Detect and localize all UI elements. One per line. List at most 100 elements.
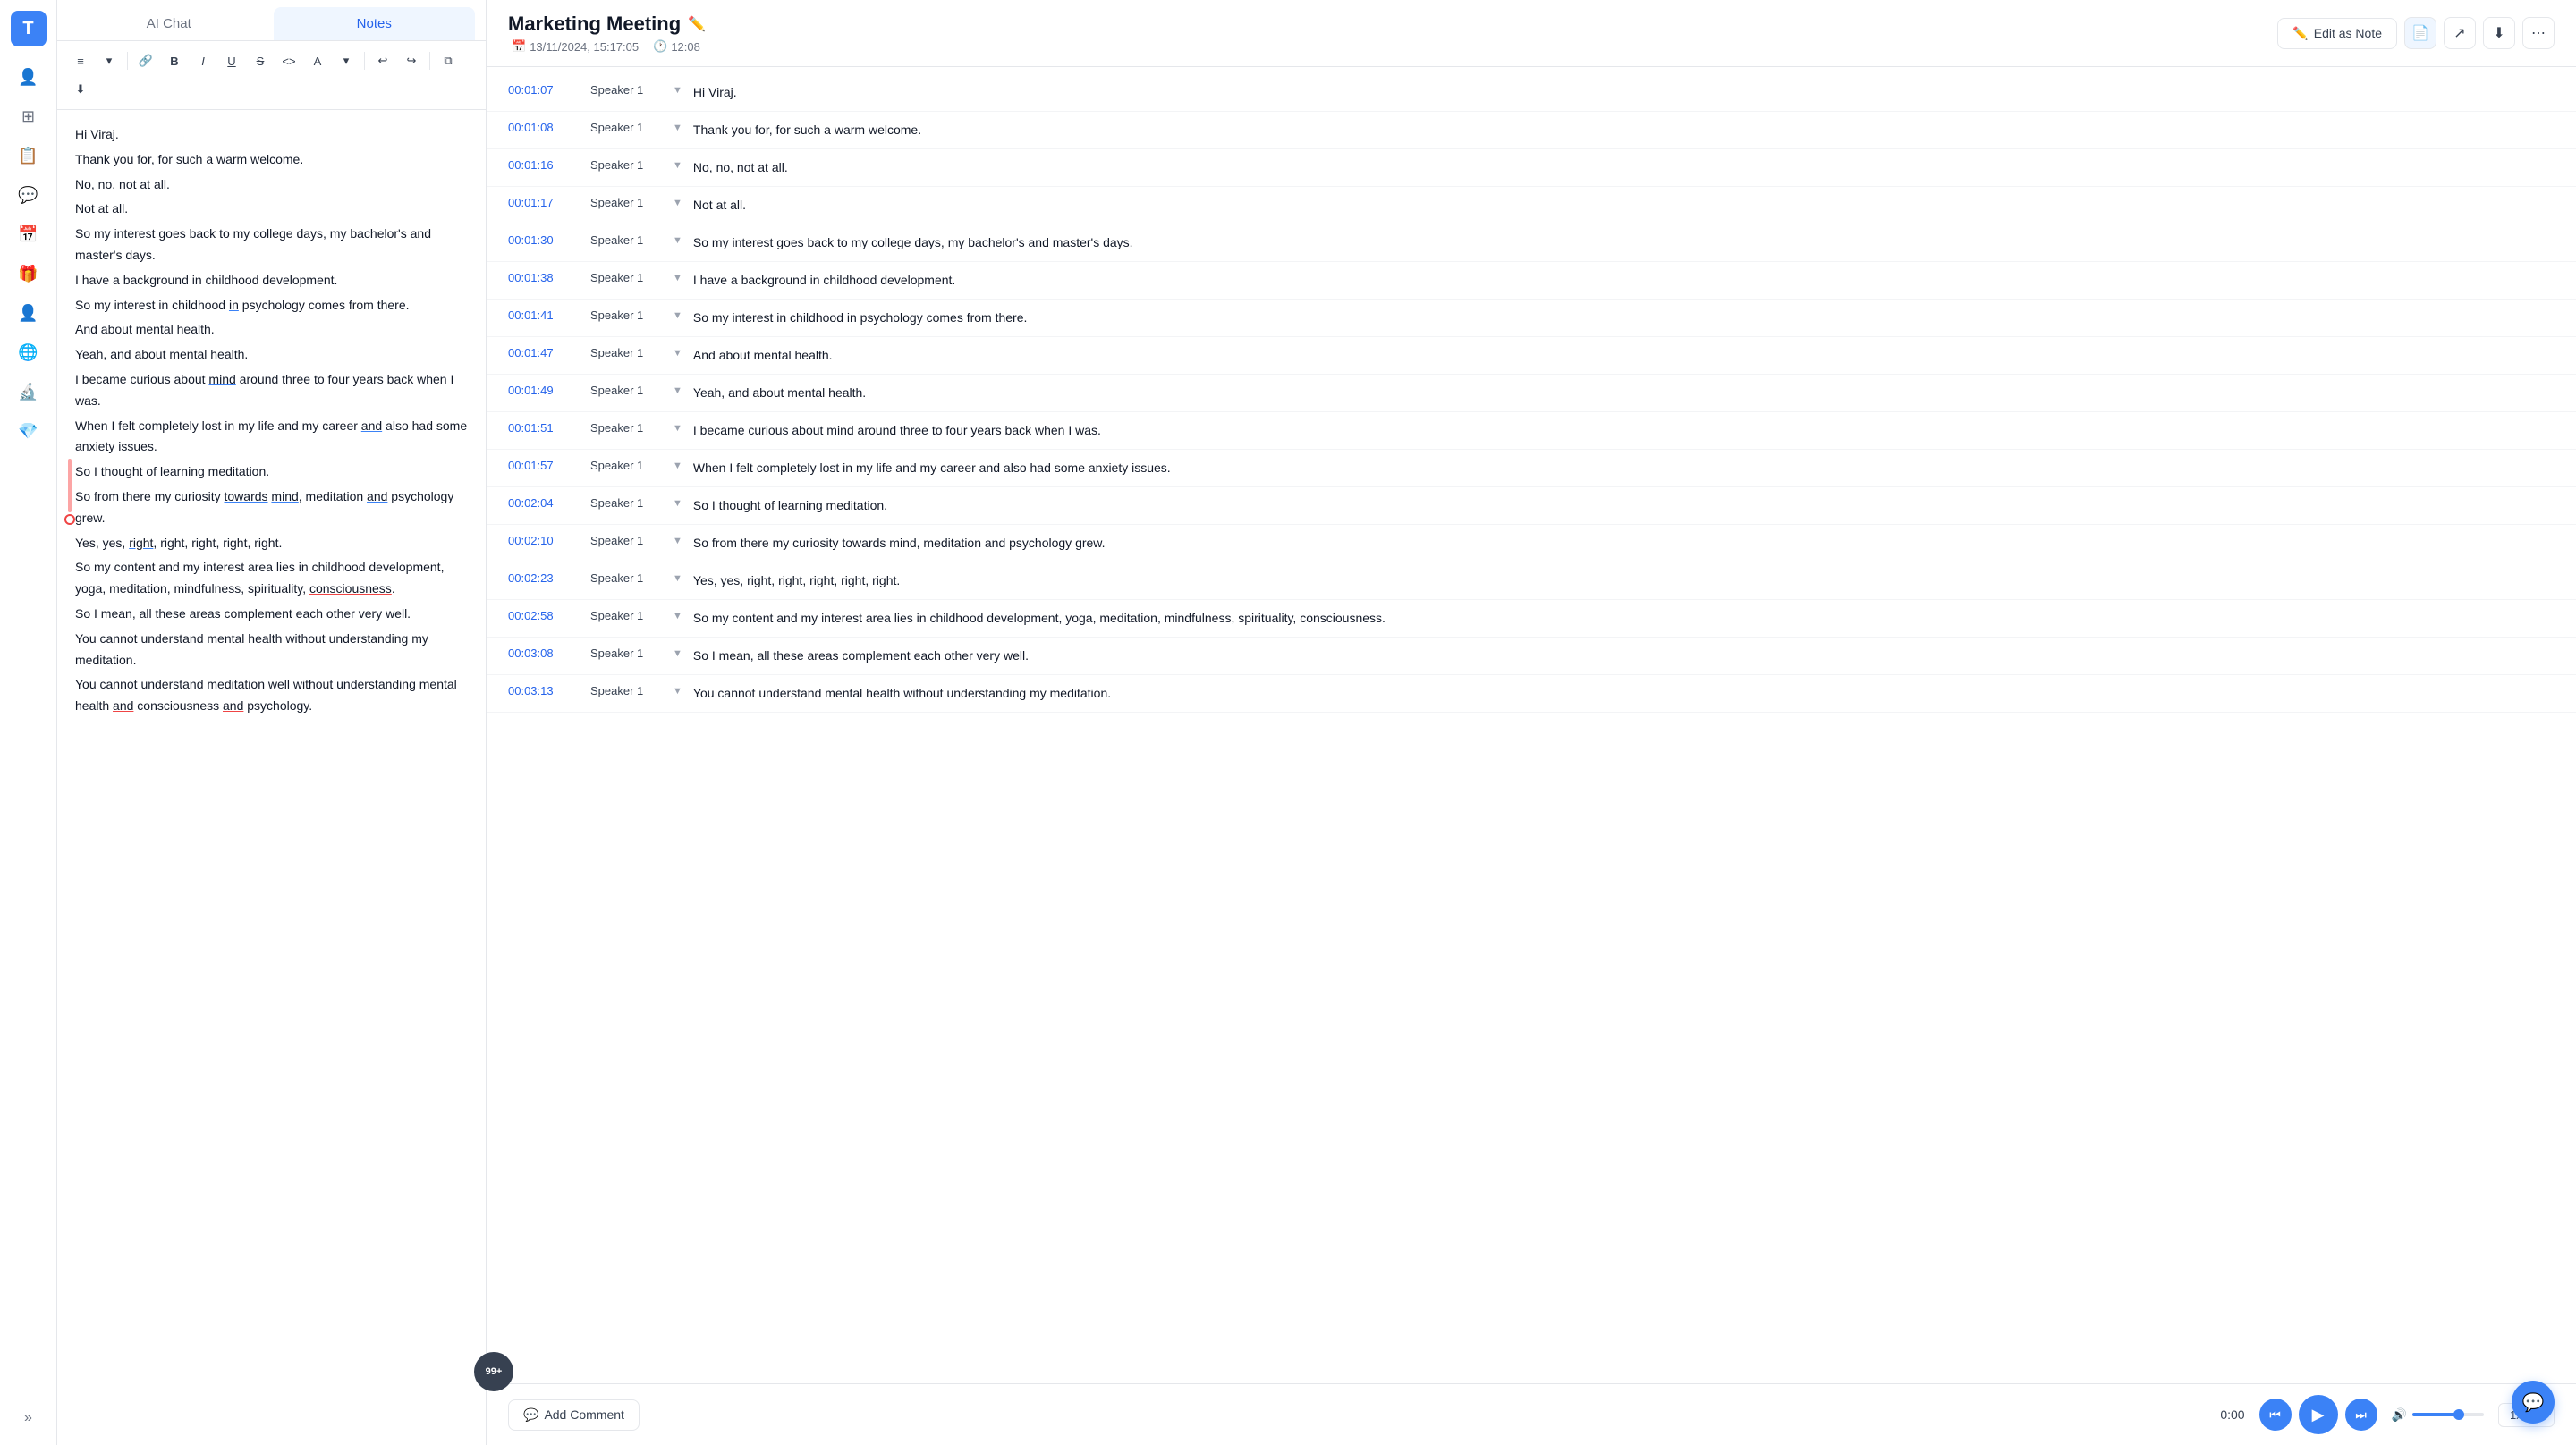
transcript-speaker: Speaker 1: [590, 83, 662, 97]
italic-btn[interactable]: I: [191, 48, 216, 73]
transcript-row[interactable]: 00:01:38 Speaker 1 ▼ I have a background…: [487, 262, 2576, 300]
edit-title-icon[interactable]: ✏️: [688, 15, 706, 33]
sidebar-icon-translate[interactable]: 🌐: [13, 336, 45, 368]
transcript-row[interactable]: 00:01:49 Speaker 1 ▼ Yeah, and about men…: [487, 375, 2576, 412]
link-btn[interactable]: 🔗: [133, 48, 158, 73]
undo-btn[interactable]: ↩: [370, 48, 395, 73]
redo-btn[interactable]: ↪: [399, 48, 424, 73]
transcript-text: So my content and my interest area lies …: [693, 609, 2555, 628]
toolbar-sep-1: [127, 52, 128, 70]
font-color-btn[interactable]: A: [305, 48, 330, 73]
meeting-date: 📅 13/11/2024, 15:17:05: [512, 39, 639, 54]
chevron-icon: ▼: [673, 536, 682, 546]
transcript-row[interactable]: 00:01:30 Speaker 1 ▼ So my interest goes…: [487, 224, 2576, 262]
tab-ai-chat[interactable]: AI Chat: [68, 7, 270, 40]
editor-line: Hi Viraj.: [75, 124, 468, 146]
editor-line: You cannot understand meditation well wi…: [75, 674, 468, 717]
editor-area[interactable]: Hi Viraj. Thank you for, for such a warm…: [57, 110, 486, 1445]
transcript-row[interactable]: 00:02:04 Speaker 1 ▼ So I thought of lea…: [487, 487, 2576, 525]
sidebar-icon-gift[interactable]: 🎁: [13, 258, 45, 290]
tabs-bar: AI Chat Notes: [57, 0, 486, 41]
transcript-text: No, no, not at all.: [693, 158, 2555, 177]
meeting-title-text: Marketing Meeting: [508, 13, 681, 36]
sidebar-icon-gem[interactable]: 💎: [13, 415, 45, 447]
left-panel: AI Chat Notes ≡ ▾ 🔗 B I U S <> A ▾ ↩ ↪ ⧉…: [57, 0, 487, 1445]
editor-line: I have a background in childhood develop…: [75, 270, 468, 292]
download-btn[interactable]: ⬇: [68, 77, 93, 102]
live-chat-btn[interactable]: 💬: [2512, 1381, 2555, 1424]
transcript-timestamp: 00:01:16: [508, 158, 580, 172]
transcript-timestamp: 00:02:04: [508, 496, 580, 510]
transcript-text: Hi Viraj.: [693, 83, 2555, 102]
pencil-icon: ✏️: [2292, 26, 2308, 41]
transcript-speaker: Speaker 1: [590, 233, 662, 247]
edit-as-note-btn[interactable]: ✏️ Edit as Note: [2277, 18, 2397, 49]
font-dropdown-btn[interactable]: ▾: [334, 48, 359, 73]
notification-badge-btn[interactable]: 99+: [474, 1352, 513, 1391]
transcript-row[interactable]: 00:02:58 Speaker 1 ▼ So my content and m…: [487, 600, 2576, 638]
fastforward-btn[interactable]: ⏭: [2345, 1399, 2377, 1431]
sidebar-icon-profile[interactable]: 👤: [13, 297, 45, 329]
toolbar-sep-3: [429, 52, 430, 70]
underline-btn[interactable]: U: [219, 48, 244, 73]
transcript-row[interactable]: 00:02:23 Speaker 1 ▼ Yes, yes, right, ri…: [487, 562, 2576, 600]
download-icon-btn[interactable]: ⬇: [2483, 17, 2515, 49]
align-dropdown-btn[interactable]: ▾: [97, 48, 122, 73]
align-btn[interactable]: ≡: [68, 48, 93, 73]
editor-line: Thank you for, for such a warm welcome.: [75, 149, 468, 171]
transcript-row[interactable]: 00:01:08 Speaker 1 ▼ Thank you for, for …: [487, 112, 2576, 149]
transcript-speaker: Speaker 1: [590, 534, 662, 547]
editor-line: And about mental health.: [75, 319, 468, 341]
transcript-speaker: Speaker 1: [590, 384, 662, 397]
bold-btn[interactable]: B: [162, 48, 187, 73]
code-btn[interactable]: <>: [276, 48, 301, 73]
transcript-speaker: Speaker 1: [590, 571, 662, 585]
copy-btn[interactable]: ⧉: [436, 48, 461, 73]
sidebar-expand-btn[interactable]: »: [13, 1402, 45, 1434]
transcript-text: Yeah, and about mental health.: [693, 384, 2555, 402]
transcript-area: 00:01:07 Speaker 1 ▼ Hi Viraj. 00:01:08 …: [487, 67, 2576, 1383]
current-time: 0:00: [2220, 1407, 2244, 1422]
chevron-icon: ▼: [673, 498, 682, 509]
transcript-row[interactable]: 00:01:07 Speaker 1 ▼ Hi Viraj.: [487, 74, 2576, 112]
transcript-timestamp: 00:02:23: [508, 571, 580, 585]
transcript-row[interactable]: 00:02:10 Speaker 1 ▼ So from there my cu…: [487, 525, 2576, 562]
add-comment-btn[interactable]: 💬 Add Comment: [508, 1399, 640, 1431]
transcript-row[interactable]: 00:01:41 Speaker 1 ▼ So my interest in c…: [487, 300, 2576, 337]
rewind-btn[interactable]: ⏮: [2259, 1399, 2292, 1431]
volume-slider[interactable]: [2412, 1413, 2484, 1416]
right-panel: Marketing Meeting ✏️ 📅 13/11/2024, 15:17…: [487, 0, 2576, 1445]
transcript-speaker: Speaker 1: [590, 646, 662, 660]
transcript-timestamp: 00:01:17: [508, 196, 580, 209]
share-icon-btn[interactable]: ↗: [2444, 17, 2476, 49]
sidebar-icon-notes[interactable]: 📋: [13, 139, 45, 172]
transcript-row[interactable]: 00:01:47 Speaker 1 ▼ And about mental he…: [487, 337, 2576, 375]
transcript-row[interactable]: 00:01:16 Speaker 1 ▼ No, no, not at all.: [487, 149, 2576, 187]
more-icon-btn[interactable]: ⋯: [2522, 17, 2555, 49]
transcript-timestamp: 00:01:41: [508, 308, 580, 322]
play-btn[interactable]: ▶: [2299, 1395, 2338, 1434]
transcript-speaker: Speaker 1: [590, 421, 662, 435]
sidebar-icon-grid[interactable]: ⊞: [13, 100, 45, 132]
editor-line: No, no, not at all.: [75, 174, 468, 196]
transcript-row[interactable]: 00:01:51 Speaker 1 ▼ I became curious ab…: [487, 412, 2576, 450]
transcript-timestamp: 00:01:38: [508, 271, 580, 284]
transcript-row[interactable]: 00:03:08 Speaker 1 ▼ So I mean, all thes…: [487, 638, 2576, 675]
transcript-row[interactable]: 00:01:17 Speaker 1 ▼ Not at all.: [487, 187, 2576, 224]
transcript-row[interactable]: 00:03:13 Speaker 1 ▼ You cannot understa…: [487, 675, 2576, 713]
chevron-icon: ▼: [673, 461, 682, 471]
sidebar-icon-calendar[interactable]: 📅: [13, 218, 45, 250]
transcript-text: And about mental health.: [693, 346, 2555, 365]
sidebar-icon-users[interactable]: 👤: [13, 61, 45, 93]
editor-line: When I felt completely lost in my life a…: [75, 416, 468, 459]
transcript-timestamp: 00:01:51: [508, 421, 580, 435]
transcript-text: Not at all.: [693, 196, 2555, 215]
volume-control[interactable]: 🔊: [2392, 1407, 2484, 1423]
transcript-row[interactable]: 00:01:57 Speaker 1 ▼ When I felt complet…: [487, 450, 2576, 487]
sidebar-icon-lab[interactable]: 🔬: [13, 376, 45, 408]
tab-notes[interactable]: Notes: [274, 7, 476, 40]
save-icon-btn[interactable]: 📄: [2404, 17, 2436, 49]
strikethrough-btn[interactable]: S: [248, 48, 273, 73]
app-logo[interactable]: T: [11, 11, 47, 46]
sidebar-icon-chat[interactable]: 💬: [13, 179, 45, 211]
